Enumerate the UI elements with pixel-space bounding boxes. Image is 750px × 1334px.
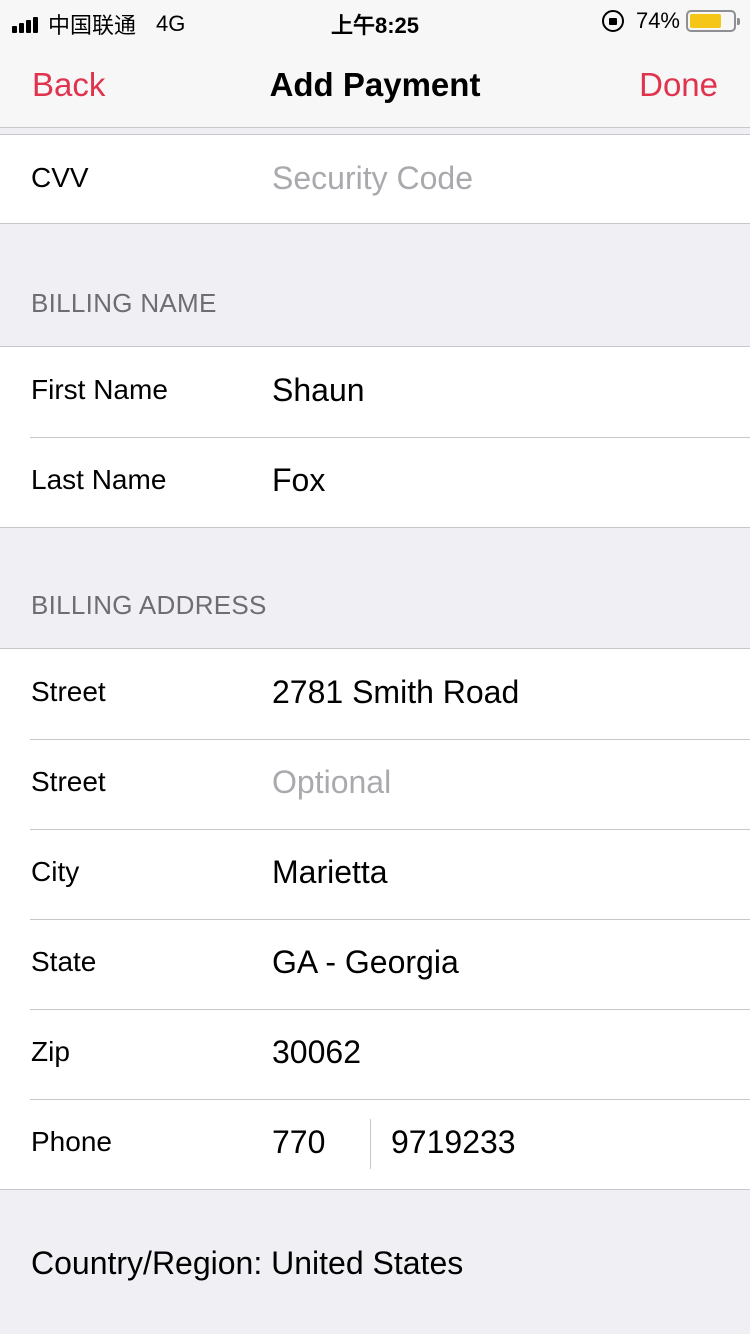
done-button[interactable]: Done [639, 66, 718, 104]
phone-number-input[interactable]: 9719233 [391, 1124, 516, 1161]
street-2-label: Street [31, 766, 106, 797]
battery-level-fill [690, 14, 721, 28]
billing-address-header: BILLING ADDRESS [31, 590, 267, 620]
status-right: 74% [601, 8, 740, 34]
billing-name-group: First Name Shaun Last Name Fox [0, 346, 750, 528]
status-bar: 中国联通 4G 上午8:25 74% [0, 0, 750, 40]
city-input[interactable]: Marietta [272, 854, 388, 891]
zip-input[interactable]: 30062 [272, 1034, 361, 1071]
street-row[interactable]: Street 2781 Smith Road [0, 649, 750, 739]
page-title: Add Payment [269, 66, 481, 103]
cvv-label: CVV [31, 162, 89, 193]
first-name-label: First Name [31, 374, 168, 405]
battery-percentage: 74% [635, 8, 680, 33]
orientation-lock-icon [601, 10, 624, 32]
city-row[interactable]: City Marietta [0, 829, 750, 919]
phone-area-code-input[interactable]: 770 [272, 1124, 325, 1161]
cvv-row[interactable]: CVV Security Code [0, 135, 750, 225]
card-details-group: CVV Security Code [0, 134, 750, 224]
battery-icon [686, 10, 740, 32]
billing-address-group: Street 2781 Smith Road Street Optional C… [0, 648, 750, 1190]
cvv-input[interactable]: Security Code [272, 160, 473, 197]
street-label: Street [31, 676, 106, 707]
street-2-row[interactable]: Street Optional [0, 739, 750, 829]
billing-name-header: BILLING NAME [31, 288, 217, 318]
country-region-label: Country/Region: United States [31, 1245, 464, 1281]
state-label: State [31, 946, 97, 977]
zip-row[interactable]: Zip 30062 [0, 1009, 750, 1099]
last-name-row[interactable]: Last Name Fox [0, 437, 750, 527]
navigation-bar: Back Add Payment Done [0, 40, 750, 128]
state-row[interactable]: State GA - Georgia [0, 919, 750, 1009]
phone-label: Phone [31, 1126, 112, 1157]
last-name-label: Last Name [31, 464, 167, 495]
last-name-input[interactable]: Fox [272, 462, 325, 499]
street-input[interactable]: 2781 Smith Road [272, 674, 519, 711]
zip-label: Zip [31, 1036, 70, 1067]
street-2-input[interactable]: Optional [272, 764, 391, 801]
city-label: City [31, 856, 80, 887]
state-picker[interactable]: GA - Georgia [272, 944, 459, 981]
phone-divider [370, 1119, 371, 1169]
first-name-input[interactable]: Shaun [272, 372, 365, 409]
first-name-row[interactable]: First Name Shaun [0, 347, 750, 437]
phone-row[interactable]: Phone 770 9719233 [0, 1099, 750, 1189]
